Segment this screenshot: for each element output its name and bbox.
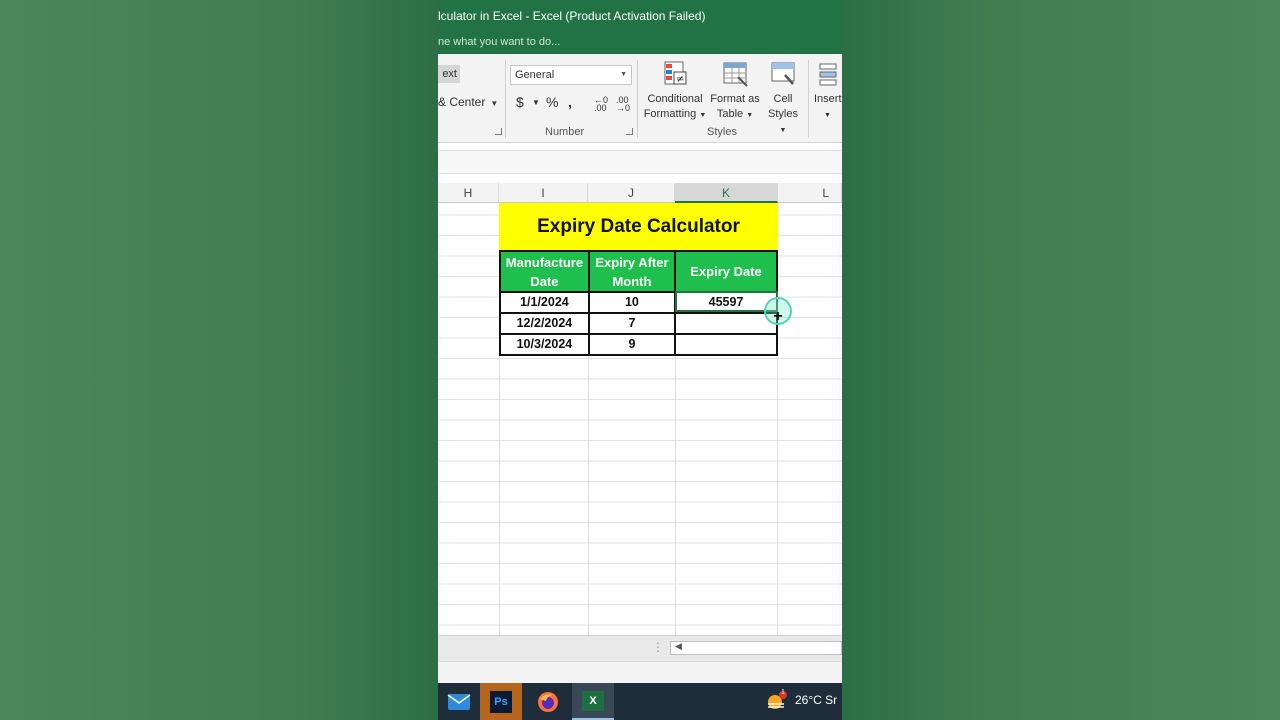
cell-styles-icon: [769, 60, 797, 88]
chevron-down-icon: ▼: [699, 112, 707, 119]
format-as-table-button[interactable]: Format as Table ▼: [708, 60, 762, 123]
tell-me-search[interactable]: ne what you want to do...: [438, 33, 842, 54]
fill-handle-cursor-icon[interactable]: +: [771, 309, 785, 325]
manufacture-date-cell[interactable]: 12/2/2024: [499, 312, 590, 335]
chevron-down-icon: ▼: [746, 112, 754, 119]
scroll-left-icon[interactable]: ◀: [675, 641, 682, 652]
format-as-table-label-2: Table: [716, 108, 744, 120]
firefox-app-button[interactable]: [527, 683, 569, 720]
tell-me-placeholder: ne what you want to do...: [438, 36, 561, 48]
decrease-decimal-button[interactable]: .00 →0: [616, 96, 632, 113]
horizontal-scrollbar[interactable]: ◀: [670, 641, 842, 655]
formula-bar-area: [438, 143, 842, 183]
weather-badge: 1: [781, 689, 785, 696]
number-group-label: Number: [545, 126, 585, 138]
ribbon-home: ext & Center ▼ General ▼ $ ▼ % , ←0 .00 .…: [438, 54, 842, 143]
insert-label: Insert: [814, 93, 842, 105]
header-expiry-date[interactable]: Expiry Date: [674, 250, 778, 293]
header-manufacture-date[interactable]: Manufacture Date: [499, 250, 590, 293]
tab-split-handle-icon[interactable]: ⋮: [652, 640, 664, 654]
expiry-table: Manufacture Date Expiry After Month Expi…: [499, 250, 778, 356]
cell-styles-label-2: Styles: [768, 108, 798, 120]
expiry-date-cell[interactable]: [674, 333, 778, 356]
months-cell[interactable]: 9: [587, 333, 677, 356]
column-header-i[interactable]: I: [499, 183, 588, 203]
photoshop-icon: Ps: [490, 690, 512, 713]
expiry-date-cell[interactable]: 45597: [674, 291, 778, 314]
number-format-value: General: [515, 69, 555, 81]
table-row: 12/2/2024 7: [499, 312, 778, 335]
temperature-label: 26°C Sr: [795, 693, 838, 707]
background-right: [842, 0, 1280, 720]
excel-icon: X: [582, 690, 604, 711]
conditional-formatting-label-1: Conditional: [647, 93, 703, 105]
title-bar: lculator in Excel - Excel (Product Activ…: [438, 0, 842, 33]
column-header-j[interactable]: J: [588, 183, 675, 203]
chevron-down-icon: ▼: [824, 112, 831, 119]
comma-style-button[interactable]: ,: [568, 94, 572, 110]
excel-app-button[interactable]: X: [572, 683, 614, 720]
expiry-date-cell[interactable]: [674, 312, 778, 335]
insert-cells-icon: [816, 60, 842, 88]
months-cell[interactable]: 7: [587, 312, 677, 335]
column-header-k[interactable]: K: [675, 183, 778, 203]
format-as-table-label-1: Format as: [710, 93, 760, 105]
months-cell[interactable]: 10: [587, 291, 677, 314]
background-left: [0, 0, 438, 720]
group-divider: [808, 60, 809, 138]
firefox-icon: [538, 691, 558, 712]
status-bar: [438, 661, 842, 683]
chevron-down-icon: ▼: [490, 99, 499, 108]
group-divider: [505, 60, 506, 138]
format-as-table-icon: [721, 60, 749, 88]
table-row: 10/3/2024 9: [499, 333, 778, 356]
alignment-launcher-icon[interactable]: [495, 128, 502, 135]
cell-styles-button[interactable]: Cell Styles ▼: [764, 60, 802, 138]
group-divider: [637, 60, 638, 138]
sheet-title-cell[interactable]: Expiry Date Calculator: [499, 203, 778, 250]
mail-icon: [447, 693, 471, 710]
cell-styles-label-1: Cell: [773, 93, 793, 105]
merge-center-button[interactable]: & Center ▼: [438, 95, 498, 109]
svg-text:≠: ≠: [676, 74, 684, 85]
window-title: lculator in Excel - Excel (Product Activ…: [438, 9, 706, 23]
insert-button[interactable]: Insert ▼: [814, 60, 842, 123]
photoshop-app-button[interactable]: Ps: [480, 683, 522, 720]
wrap-text-button[interactable]: ext: [438, 65, 460, 83]
merge-center-label: & Center: [438, 95, 486, 109]
chevron-down-icon[interactable]: ▼: [532, 98, 540, 107]
conditional-formatting-label-2: Formatting: [643, 108, 697, 120]
taskbar: Ps X 1 26°C Sr: [438, 683, 842, 720]
conditional-formatting-button[interactable]: ≠ Conditional Formatting ▼: [642, 60, 708, 123]
column-header-h[interactable]: H: [438, 183, 499, 203]
manufacture-date-cell[interactable]: 1/1/2024: [499, 291, 590, 314]
number-format-buttons: $ ▼ % , ←0 .00 .00 →0: [516, 94, 636, 114]
currency-button[interactable]: $: [516, 94, 524, 110]
header-expiry-after-month[interactable]: Expiry After Month: [587, 250, 677, 293]
number-format-select[interactable]: General ▼: [510, 65, 632, 85]
table-header-row: Manufacture Date Expiry After Month Expi…: [499, 250, 778, 293]
number-launcher-icon[interactable]: [626, 128, 633, 135]
conditional-formatting-icon: ≠: [661, 60, 689, 88]
chevron-down-icon: ▼: [620, 71, 627, 78]
styles-group-label: Styles: [707, 126, 737, 138]
column-header-l[interactable]: L: [778, 183, 842, 203]
percent-button[interactable]: %: [546, 94, 558, 110]
weather-icon[interactable]: 1: [766, 689, 788, 711]
increase-decimal-button[interactable]: ←0 .00: [594, 96, 610, 113]
formula-bar[interactable]: [438, 150, 842, 174]
chevron-down-icon: ▼: [779, 127, 787, 134]
manufacture-date-cell[interactable]: 10/3/2024: [499, 333, 590, 356]
table-row: 1/1/2024 10 45597: [499, 291, 778, 314]
excel-window: lculator in Excel - Excel (Product Activ…: [438, 0, 842, 720]
mail-app-button[interactable]: [438, 683, 480, 720]
